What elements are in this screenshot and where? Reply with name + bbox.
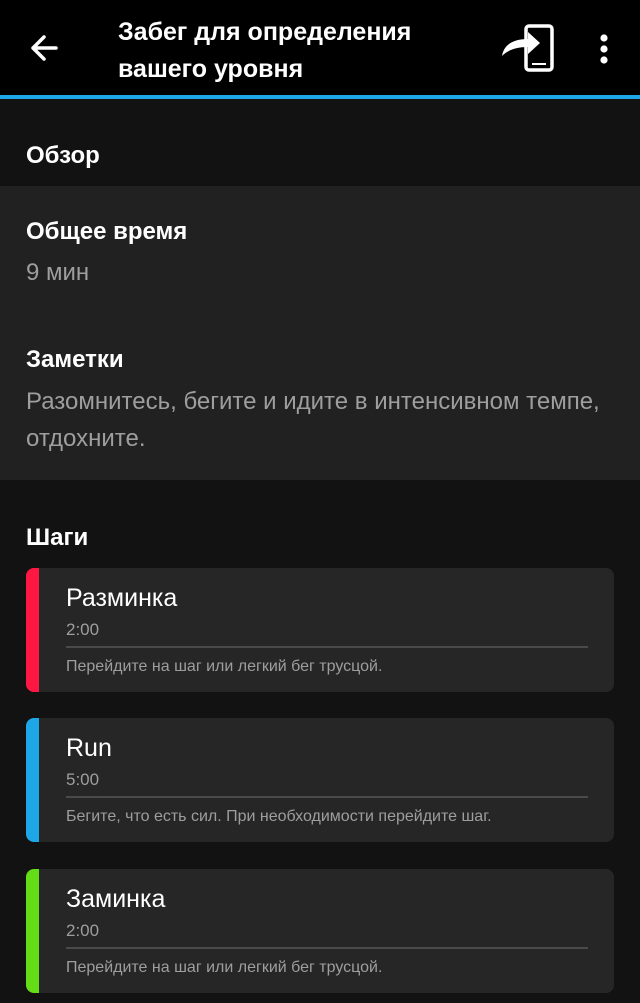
step-color-stripe — [26, 869, 39, 993]
page-title: Забег для определения вашего уровня — [118, 18, 412, 83]
app-toolbar: Забег для определения вашего уровня — [0, 0, 640, 95]
step-description: Перейдите на шаг или легкий бег трусцой. — [66, 959, 383, 976]
send-to-device-button[interactable] — [498, 24, 558, 74]
step-divider — [66, 796, 588, 798]
more-options-button[interactable] — [590, 30, 618, 70]
step-color-stripe — [26, 718, 39, 842]
total-time-label: Общее время — [26, 218, 188, 245]
more-vertical-icon — [600, 34, 608, 64]
arrow-left-icon — [31, 35, 58, 61]
overview-card: Общее время 9 мин Заметки Разомнитесь, б… — [0, 186, 640, 480]
overview-heading: Обзор — [26, 142, 100, 169]
step-name: Заминка — [66, 885, 166, 913]
step-description: Бегите, что есть сил. При необходимости … — [66, 808, 492, 825]
step-name: Run — [66, 734, 112, 762]
step-duration: 5:00 — [66, 770, 100, 789]
step-divider — [66, 947, 588, 949]
notes-label: Заметки — [26, 346, 124, 373]
step-card-cooldown[interactable]: Заминка 2:00 Перейдите на шаг или легкий… — [26, 869, 614, 993]
total-time-value: 9 мин — [26, 259, 90, 286]
step-divider — [66, 646, 588, 648]
step-card-run[interactable]: Run 5:00 Бегите, что есть сил. При необх… — [26, 718, 614, 842]
step-duration: 2:00 — [66, 620, 100, 639]
step-duration: 2:00 — [66, 921, 100, 940]
step-card-warmup[interactable]: Разминка 2:00 Перейдите на шаг или легки… — [26, 568, 614, 692]
back-button[interactable] — [26, 28, 66, 68]
notes-value: Разомнитесь, бегите и идите в интенсивно… — [26, 388, 600, 452]
step-color-stripe — [26, 568, 39, 692]
send-to-device-icon — [502, 24, 554, 72]
steps-heading: Шаги — [26, 524, 89, 551]
step-description: Перейдите на шаг или легкий бег трусцой. — [66, 658, 383, 675]
toolbar-accent-line — [0, 95, 640, 99]
step-name: Разминка — [66, 584, 178, 612]
